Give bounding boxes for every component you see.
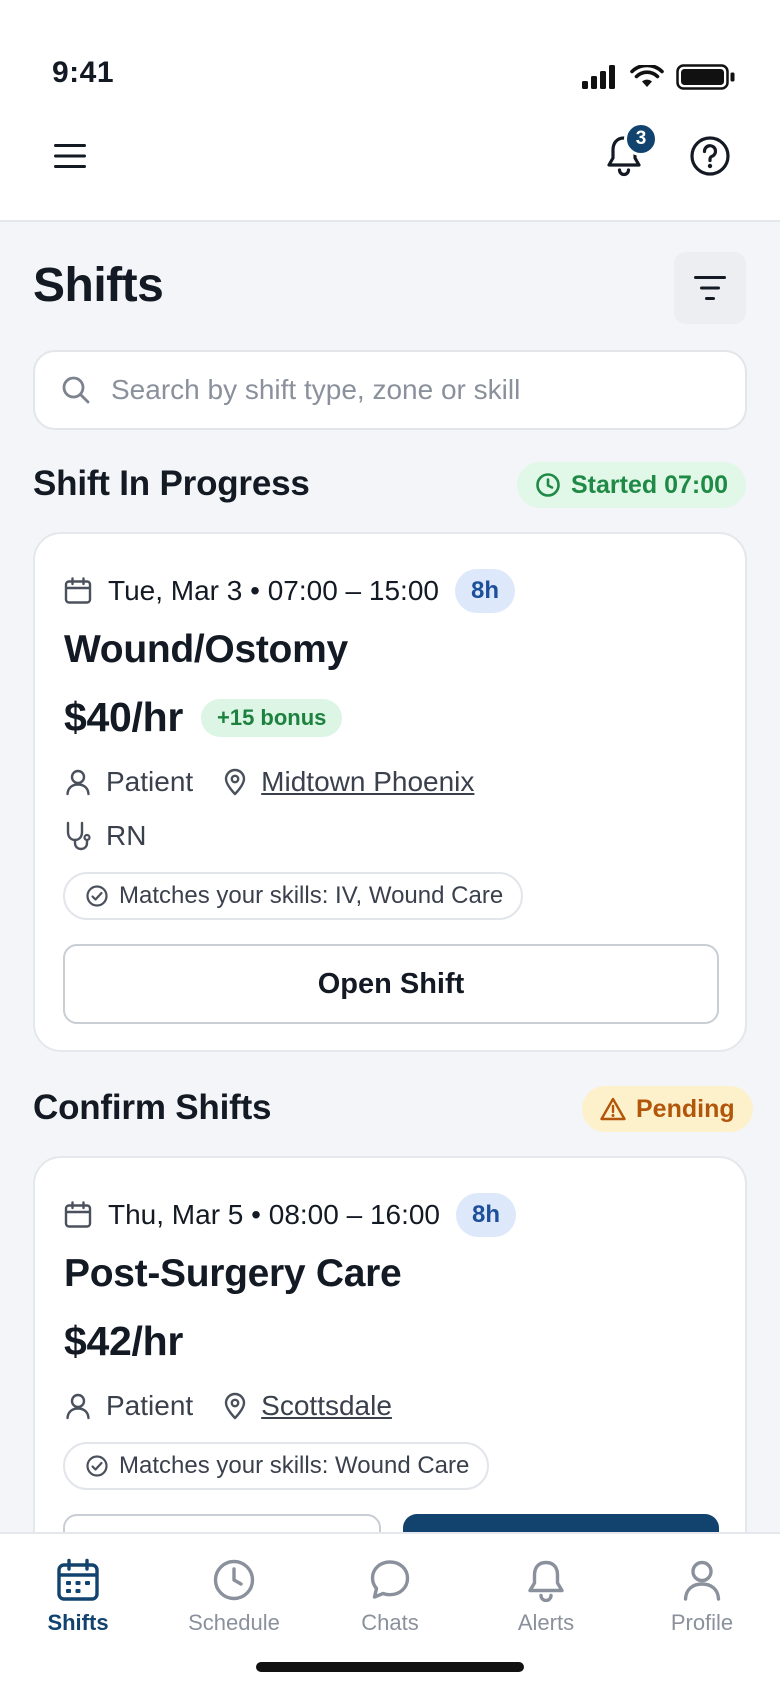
patient-label: Patient bbox=[106, 1390, 194, 1421]
wifi-icon bbox=[630, 65, 664, 87]
shift-date-row: Tue, Mar 3 • 07:00 – 15:00 8h bbox=[64, 569, 515, 613]
help-button[interactable] bbox=[684, 130, 736, 182]
open-shift-button[interactable]: Open Shift bbox=[63, 944, 719, 1024]
user-icon bbox=[66, 1393, 90, 1420]
filter-lines-icon bbox=[694, 276, 726, 300]
skills-match-text: Matches your skills: IV, Wound Care bbox=[119, 882, 504, 909]
clock-icon bbox=[536, 473, 560, 497]
shift-date: Tue, Mar 3 • 07:00 – 15:00 bbox=[108, 575, 439, 606]
search-input[interactable] bbox=[111, 374, 711, 406]
shift-title: Wound/Ostomy bbox=[64, 628, 348, 671]
hours-badge: 8h bbox=[454, 569, 515, 613]
location-link[interactable]: Midtown Phoenix bbox=[261, 766, 474, 798]
nav-label: Profile bbox=[670, 1610, 734, 1635]
bonus-badge: +15 bonus bbox=[201, 698, 343, 737]
shift-date-row: Thu, Mar 5 • 08:00 – 16:00 8h bbox=[64, 1193, 517, 1237]
filter-button[interactable] bbox=[674, 252, 746, 324]
section-title-confirm: Confirm Shifts bbox=[33, 1088, 272, 1127]
hourly-rate: $40/hr bbox=[64, 694, 183, 740]
status-time: 9:41 bbox=[52, 56, 115, 89]
search-icon bbox=[62, 376, 90, 404]
nav-label: Chats bbox=[361, 1610, 419, 1635]
patient-label: Patient bbox=[106, 766, 194, 797]
search-bar bbox=[33, 350, 747, 430]
user-icon bbox=[66, 769, 90, 796]
shift-date: Thu, Mar 5 • 08:00 – 16:00 bbox=[108, 1199, 441, 1230]
status-badge-started: Started 07:00 bbox=[517, 462, 747, 508]
help-circle-icon bbox=[690, 136, 730, 176]
patient-location-row: Patient Midtown Phoenix bbox=[64, 766, 474, 798]
map-pin-icon bbox=[224, 768, 246, 796]
nav-item-profile[interactable]: Profile bbox=[624, 1534, 780, 1688]
app: 9:41 3 Shifts Search by shift type, zone… bbox=[0, 0, 780, 1688]
menu-button[interactable] bbox=[48, 134, 92, 178]
check-circle-icon bbox=[86, 1455, 108, 1477]
status-badge-label: Pending bbox=[636, 1094, 735, 1123]
rate-row: $40/hr +15 bonus bbox=[64, 694, 343, 741]
nav-label: Schedule bbox=[188, 1610, 280, 1635]
skills-match-pill: Matches your skills: Wound Care bbox=[63, 1442, 490, 1490]
section-title-in-progress: Shift In Progress bbox=[33, 464, 310, 503]
calendar-icon bbox=[64, 1201, 92, 1228]
home-indicator bbox=[256, 1662, 524, 1672]
skills-match-pill: Matches your skills: IV, Wound Care bbox=[63, 872, 524, 920]
status-badge-label: Started 07:00 bbox=[571, 470, 729, 499]
role-label: RN bbox=[106, 820, 147, 851]
check-circle-icon bbox=[86, 885, 108, 907]
page-title: Shifts bbox=[33, 259, 164, 312]
cellular-signal-icon bbox=[582, 65, 615, 89]
clock-icon bbox=[213, 1559, 255, 1601]
status-icons bbox=[582, 64, 736, 90]
warning-triangle-icon bbox=[600, 1097, 626, 1121]
battery-icon bbox=[676, 64, 735, 90]
role-row: RN bbox=[64, 820, 146, 852]
map-pin-icon bbox=[224, 1392, 246, 1420]
rate-row: $42/hr bbox=[64, 1318, 183, 1365]
shift-card-in-progress[interactable]: Tue, Mar 3 • 07:00 – 15:00 8h Wound/Osto… bbox=[33, 532, 747, 1052]
patient-location-row: Patient Scottsdale bbox=[64, 1390, 392, 1422]
calendar-icon bbox=[57, 1558, 99, 1601]
notification-count-badge: 3 bbox=[624, 122, 658, 156]
status-badge-pending: Pending bbox=[582, 1086, 753, 1132]
stethoscope-icon bbox=[66, 821, 91, 851]
calendar-icon bbox=[64, 577, 92, 604]
nav-label: Alerts bbox=[517, 1610, 575, 1635]
hourly-rate: $42/hr bbox=[64, 1318, 183, 1364]
user-icon bbox=[683, 1560, 721, 1601]
hamburger-menu-icon bbox=[54, 144, 86, 168]
hours-badge: 8h bbox=[456, 1193, 517, 1237]
chat-bubble-icon bbox=[370, 1560, 410, 1599]
bell-icon bbox=[528, 1560, 564, 1602]
top-bar: 9:41 3 bbox=[0, 0, 780, 222]
nav-label: Shifts bbox=[47, 1610, 109, 1635]
location-link[interactable]: Scottsdale bbox=[261, 1390, 392, 1422]
shift-title: Post-Surgery Care bbox=[64, 1252, 402, 1295]
nav-item-shifts[interactable]: Shifts bbox=[0, 1534, 156, 1688]
skills-match-text: Matches your skills: Wound Care bbox=[119, 1452, 470, 1479]
